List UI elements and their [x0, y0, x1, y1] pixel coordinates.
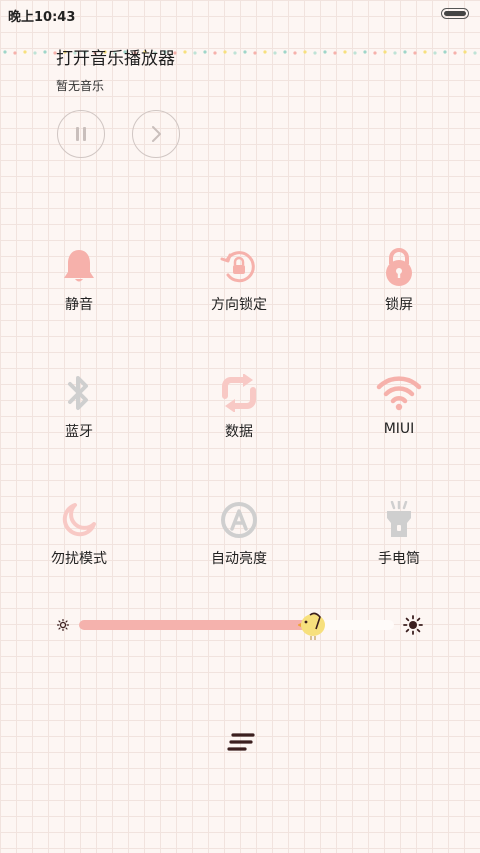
music-widget[interactable]: 打开音乐播放器 暂无音乐: [56, 44, 175, 94]
brightness-high-icon: [403, 615, 423, 635]
brightness-low-icon: [57, 619, 69, 631]
pause-button[interactable]: [57, 110, 105, 158]
toggle-flashlight[interactable]: 手电筒: [329, 500, 469, 568]
status-bar: 晚上10:43: [0, 0, 480, 28]
chevron-right-icon: [152, 126, 161, 142]
clock: 晚上10:43: [8, 10, 76, 25]
brightness-fill: [79, 620, 312, 630]
data-arrows-icon: [169, 373, 309, 413]
auto-brightness-icon: [169, 500, 309, 540]
music-title[interactable]: 打开音乐播放器: [56, 44, 175, 69]
rotation-lock-icon: [169, 246, 309, 286]
toggle-do-not-disturb[interactable]: 勿扰模式: [9, 500, 149, 568]
toggle-label: 自动亮度: [211, 551, 267, 567]
lock-icon: [329, 246, 469, 286]
toggle-label: 蓝牙: [65, 424, 93, 440]
toggle-auto-brightness[interactable]: 自动亮度: [169, 500, 309, 568]
toggle-label: 勿扰模式: [51, 551, 107, 567]
toggle-label: 数据: [225, 424, 253, 440]
brightness-thumb[interactable]: [297, 609, 328, 645]
toggle-bluetooth[interactable]: 蓝牙: [9, 373, 149, 441]
toggle-mute[interactable]: 静音: [9, 246, 149, 314]
chick-icon: [297, 612, 325, 640]
moon-icon: [9, 500, 149, 540]
flashlight-icon: [329, 500, 469, 540]
wifi-icon: [329, 373, 469, 413]
toggle-label: 手电筒: [378, 551, 420, 567]
toggle-data[interactable]: 数据: [169, 373, 309, 441]
toggle-wifi[interactable]: MIUI: [329, 373, 469, 437]
battery-icon: [441, 8, 469, 19]
bluetooth-icon: [9, 373, 149, 413]
pause-icon: [76, 127, 86, 141]
next-button[interactable]: [132, 110, 180, 158]
music-subtitle: 暂无音乐: [56, 79, 105, 93]
toggle-label: MIUI: [383, 421, 415, 437]
toggle-label: 方向锁定: [211, 297, 267, 313]
bell-icon: [9, 246, 149, 286]
toggle-label: 静音: [65, 297, 93, 313]
toggle-rotation-lock[interactable]: 方向锁定: [169, 246, 309, 314]
toggle-lock-screen[interactable]: 锁屏: [329, 246, 469, 314]
toggle-label: 锁屏: [385, 297, 413, 313]
menu-handle-icon[interactable]: [226, 732, 256, 754]
brightness-slider[interactable]: [79, 620, 394, 630]
